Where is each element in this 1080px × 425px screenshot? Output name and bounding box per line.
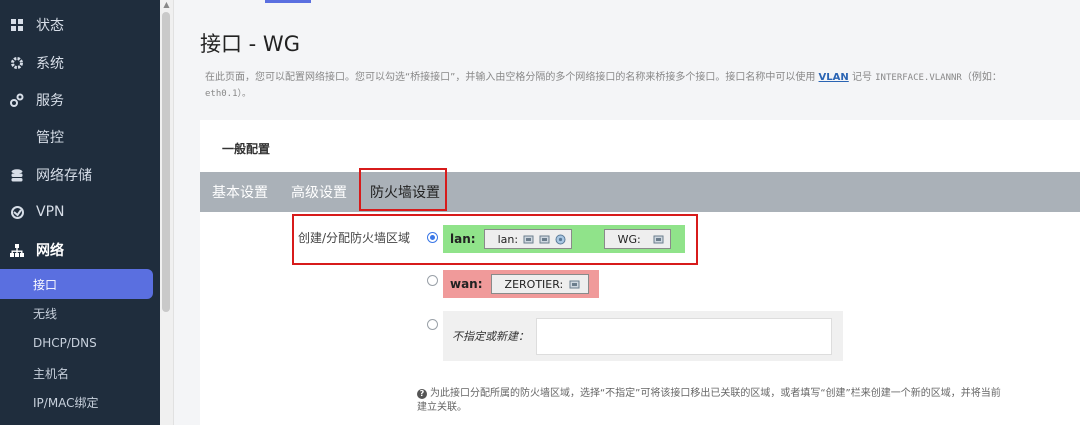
sidebar-subitem-interfaces[interactable]: 接口 [0,269,153,299]
sidebar-item-label: 状态 [36,18,64,34]
zone-radio-new[interactable] [427,319,438,330]
zone-name: wan: [450,277,483,291]
vlan-link[interactable]: VLAN [819,72,849,83]
scroll-up-icon[interactable]: ▲ [162,0,171,10]
top-tab-indicator [265,0,311,3]
sidebar-item-label: 管控 [36,130,64,146]
vpn-icon [10,205,24,219]
scrollbar-thumb[interactable] [162,12,170,312]
sidebar-item-network[interactable]: 网络 [0,232,160,268]
ethernet-icon [653,235,664,243]
gear-icon [10,56,24,70]
help-icon: ? [417,389,427,399]
config-card: 一般配置 基本设置 高级设置 防火墙设置 [200,120,1080,425]
sidebar-item-label: VPN [36,204,65,220]
sidebar-item-label: 服务 [36,93,64,109]
zone-radio-wan[interactable] [427,275,438,286]
sidebar-item-label: 网络存储 [36,168,92,184]
sidebar-item-status[interactable]: 状态 [0,7,160,43]
network-icon [10,243,24,257]
new-zone-label: 不指定或新建： [452,330,529,343]
zone-lan: lan: lan: WG: [443,225,685,253]
ethernet-icon [569,280,580,288]
sidebar-item-label: 网络 [36,243,64,259]
tab-advanced-settings[interactable]: 高级设置 [291,172,347,212]
iface-lan: lan: [483,229,572,249]
zone-new: 不指定或新建： [443,311,843,361]
ethernet-icon [539,235,550,243]
sidebar-subitem-dhcp-dns[interactable]: DHCP/DNS [0,328,160,358]
sidebar-subitem-wireless[interactable]: 无线 [0,298,160,328]
sidebar-item-vpn[interactable]: VPN [0,194,160,230]
tab-bar: 基本设置 高级设置 防火墙设置 [200,172,1080,212]
sidebar-item-system[interactable]: 系统 [0,45,160,81]
services-icon [10,93,24,107]
section-title: 一般配置 [222,142,271,156]
zone-name: lan: [450,232,476,246]
sidebar-subitem-ip-mac-binding[interactable]: IP/MAC绑定 [0,387,160,417]
sidebar-item-storage[interactable]: 网络存储 [0,157,160,193]
wifi-icon [555,234,566,244]
iface-wg: WG: [603,229,671,249]
zone-wan: wan: ZEROTIER: [443,270,599,298]
highlight-firewall-tab [359,168,447,211]
page-title: 接口 - WG [200,32,300,56]
zone-radio-lan[interactable] [427,232,438,243]
storage-icon [10,168,24,182]
sidebar-item-control[interactable]: 管控 [0,119,160,155]
firewall-zone-label: 创建/分配防火墙区域 [298,231,411,245]
sidebar-subitem-hostnames[interactable]: 主机名 [0,358,160,388]
help-text: ? 为此接口分配所属的防火墙区域，选择“不指定”可将该接口移出已关联的区域，或者填… [417,388,1001,413]
new-zone-input[interactable] [536,318,832,355]
sidebar-item-services[interactable]: 服务 [0,82,160,118]
iface-zerotier: ZEROTIER: [490,274,589,294]
sidebar-item-label: 系统 [36,56,64,72]
ethernet-icon [523,235,534,243]
sidebar-scrollbar[interactable]: ▲ [160,0,174,425]
dashboard-icon [10,18,24,32]
sidebar: 状态 系统 服务 管控 网络存储 VPN 网络 接口 无线 DHCP/DNS 主… [0,0,160,425]
tab-basic-settings[interactable]: 基本设置 [212,172,268,212]
page-description: 在此页面，您可以配置网络接口。您可以勾选“桥接接口”，并输入由空格分隔的多个网络… [205,72,1002,99]
